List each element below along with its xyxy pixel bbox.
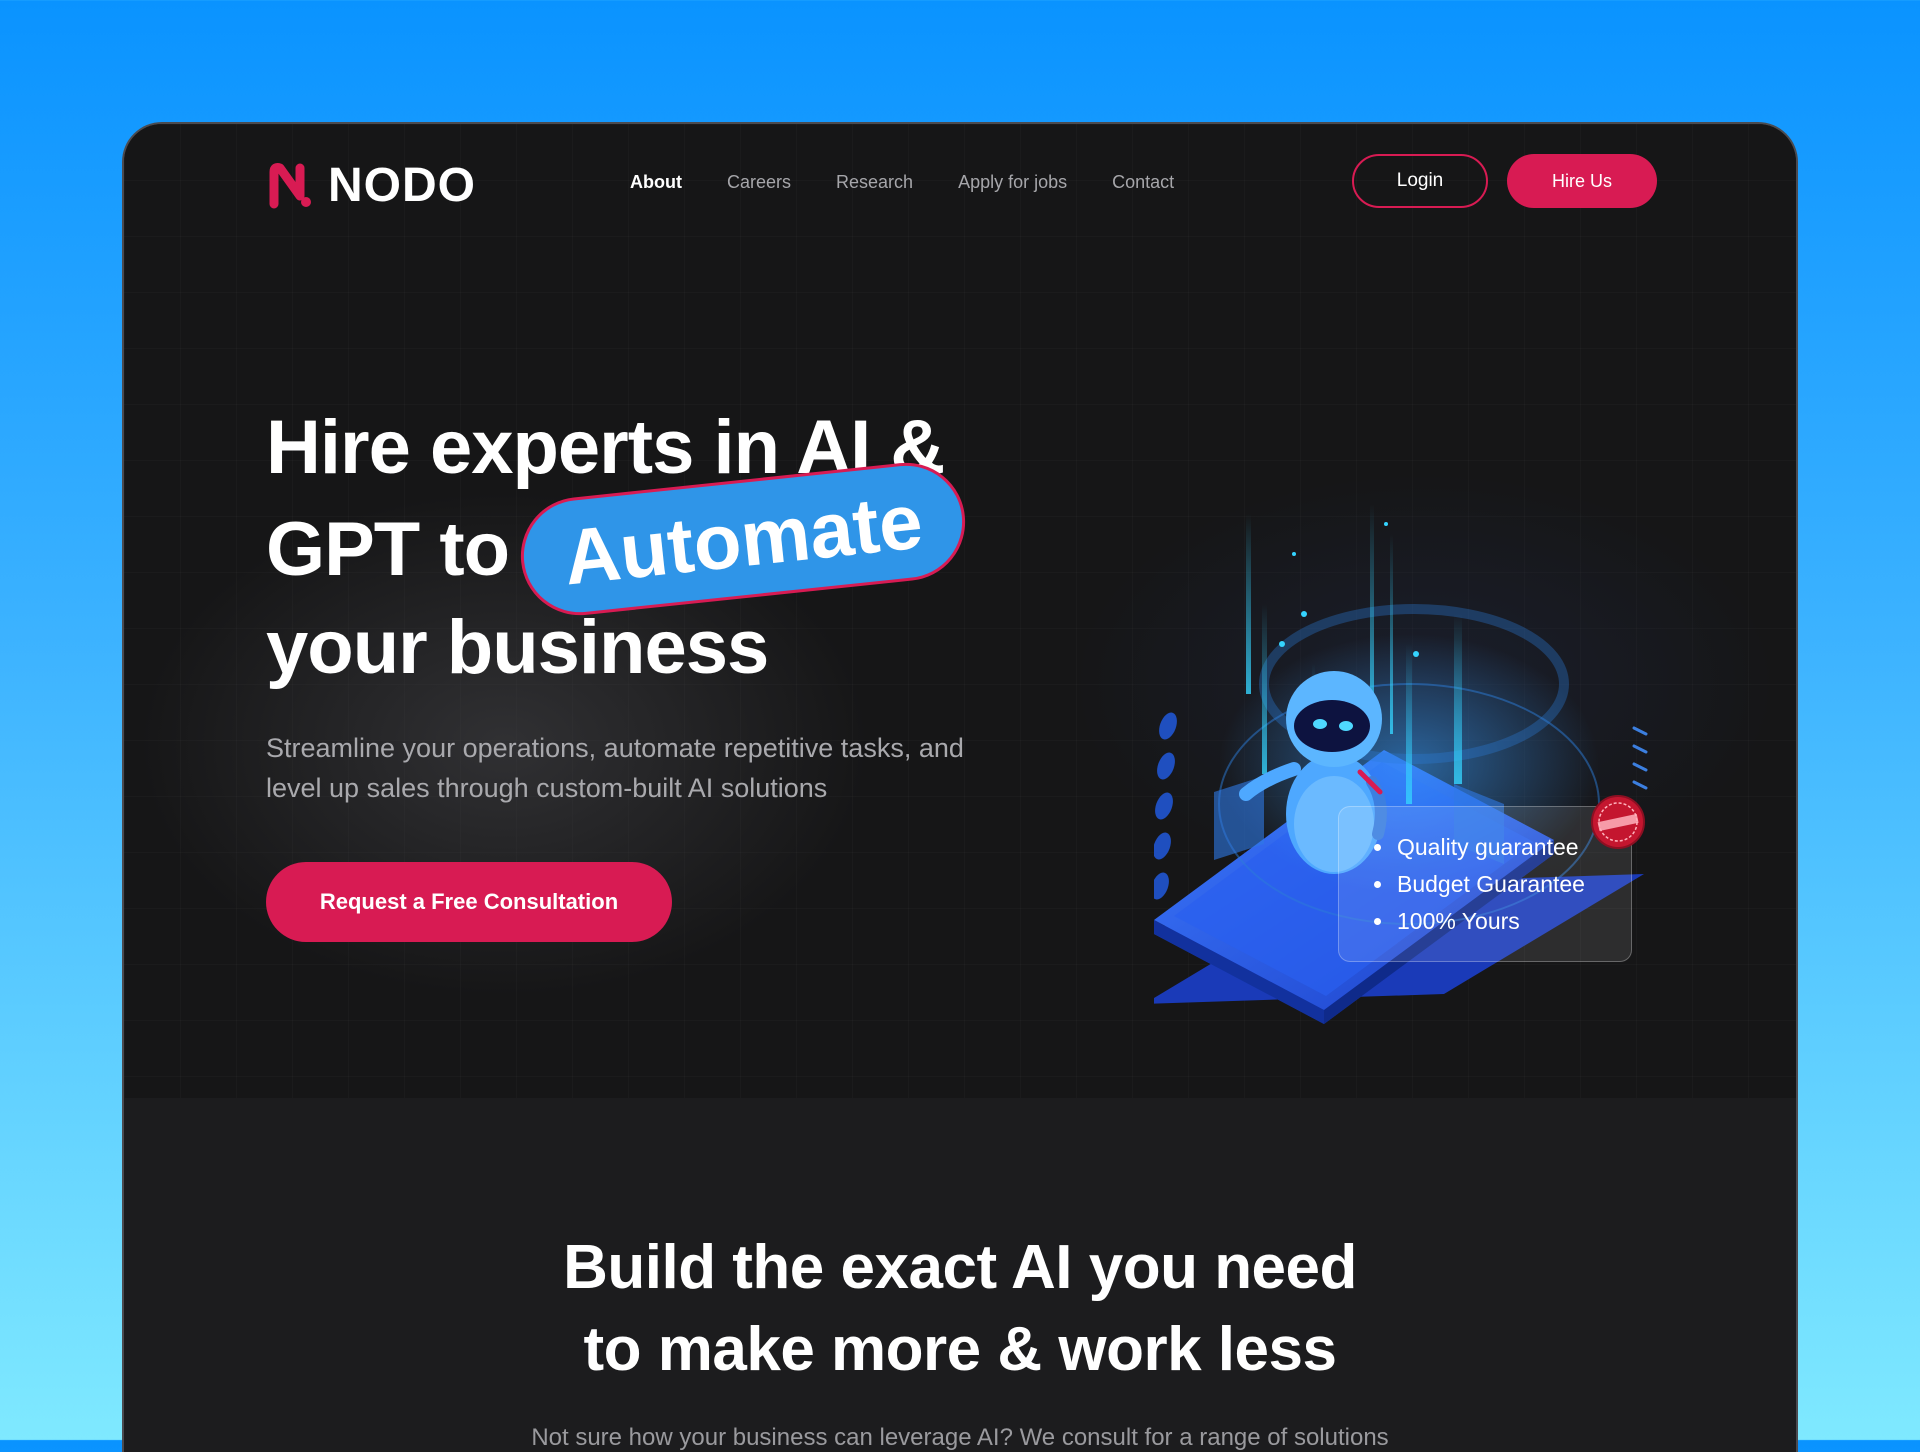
logo-text: NODO	[328, 159, 476, 212]
nav-item-research[interactable]: Research	[836, 172, 913, 193]
logo[interactable]: NODO	[266, 158, 476, 213]
guarantee-item: 100% Yours	[1395, 903, 1631, 940]
nav-item-careers[interactable]: Careers	[727, 172, 791, 193]
nav-item-about[interactable]: About	[630, 172, 682, 193]
nav-item-apply-for-jobs[interactable]: Apply for jobs	[958, 172, 1067, 193]
hire-us-button[interactable]: Hire Us	[1507, 154, 1657, 208]
hero-subtitle: Streamline your operations, automate rep…	[266, 733, 964, 803]
logo-mark-icon	[269, 162, 311, 208]
request-consultation-button[interactable]: Request a Free Consultation	[266, 862, 672, 942]
main-nav: About Careers Research Apply for jobs Co…	[630, 172, 1174, 193]
section-heading-line-1: Build the exact AI you need	[563, 1233, 1357, 1302]
features-section: Build the exact AI you need to make more…	[124, 1098, 1796, 1452]
guaranteed-stamp-icon	[1591, 795, 1645, 849]
section-heading-line-2: to make more & work less	[583, 1315, 1337, 1384]
guarantee-item: Budget Guarantee	[1395, 866, 1631, 903]
hero-headline-line-3: your business	[266, 605, 769, 690]
ai-robot-illustration	[1154, 504, 1648, 1024]
login-button[interactable]: Login	[1352, 154, 1488, 208]
hero-section: NODO About Careers Research Apply for jo…	[124, 124, 1796, 1098]
hero-headline-line-2: GPT to	[266, 507, 510, 592]
browser-frame: NODO About Careers Research Apply for jo…	[122, 122, 1798, 1452]
section-paragraph: Not sure how your business can leverage …	[531, 1424, 1389, 1451]
nav-item-contact[interactable]: Contact	[1112, 172, 1174, 193]
headline-highlight-text: Automate	[559, 475, 927, 602]
